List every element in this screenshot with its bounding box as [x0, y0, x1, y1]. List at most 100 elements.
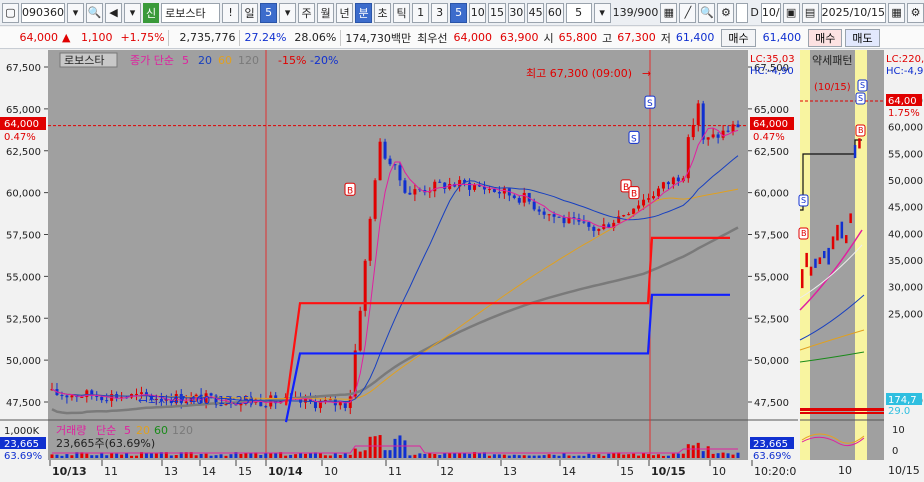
- volume-bar: [348, 454, 352, 458]
- side-tick-label: 45,000: [888, 203, 923, 214]
- side-band-red: [800, 408, 884, 411]
- volume-bar: [194, 455, 198, 458]
- volume-ma-title: 단순: [96, 424, 116, 437]
- search-icon[interactable]: 🔍: [86, 2, 104, 23]
- range-display: 139/900: [612, 6, 659, 19]
- alert-icon[interactable]: !: [222, 2, 240, 23]
- marker-letter: B: [631, 190, 637, 200]
- volume-bar: [547, 454, 551, 458]
- grid-icon[interactable]: ▦: [660, 2, 678, 23]
- volume-bar: [587, 453, 591, 458]
- right-sell-button[interactable]: 매도: [845, 28, 880, 47]
- volume-bar: [115, 453, 119, 458]
- minute-1[interactable]: 1: [412, 2, 430, 23]
- volume-label: 거래량: [56, 424, 86, 437]
- volume-right-pct: 63.69%: [753, 451, 791, 462]
- gear-icon[interactable]: ⚙: [717, 2, 735, 23]
- side-marker-letter: B: [858, 126, 864, 135]
- volume-bar: [229, 454, 233, 458]
- volume-bar: [567, 455, 571, 458]
- candle-body: [642, 199, 646, 206]
- volume-bar: [135, 455, 139, 458]
- search-icon[interactable]: 🔍: [698, 2, 716, 23]
- minute-5[interactable]: 5: [450, 2, 468, 23]
- lock-icon[interactable]: ▤: [801, 2, 819, 23]
- right-tick-label: 60,000: [754, 189, 789, 200]
- minute-10[interactable]: 10: [469, 2, 487, 23]
- candle-body: [517, 197, 521, 203]
- date-checkbox[interactable]: [736, 2, 749, 23]
- side-hc-label: HC:-4,9: [886, 66, 923, 77]
- interval-second[interactable]: 초: [374, 2, 392, 23]
- interval-tick[interactable]: 틱: [393, 2, 411, 23]
- minute-3[interactable]: 3: [431, 2, 449, 23]
- x-tick-label: 11: [104, 465, 118, 478]
- dropdown-icon[interactable]: ▾: [593, 2, 611, 23]
- layout-icon[interactable]: ▢: [2, 2, 19, 23]
- left-tick-label: 62,500: [6, 147, 41, 158]
- volume-bar: [438, 455, 442, 458]
- candle-body: [264, 406, 268, 408]
- calendar-icon[interactable]: ▦: [888, 2, 906, 23]
- volume-left-tag: 23,665: [4, 439, 39, 450]
- minute-15[interactable]: 15: [488, 2, 506, 23]
- side-lc-label: LC:220,: [886, 54, 924, 65]
- interval-day[interactable]: 일: [241, 2, 259, 23]
- gear-icon[interactable]: ⚙: [907, 2, 924, 23]
- volume-bar: [209, 455, 213, 458]
- candle-body: [637, 205, 641, 209]
- right-pct-tag: 0.47%: [753, 132, 785, 143]
- date-input[interactable]: 10/: [760, 2, 781, 23]
- candle-body: [597, 228, 601, 231]
- candle-body: [537, 209, 541, 212]
- candle-body: [358, 310, 362, 351]
- sound-icon[interactable]: ◀: [105, 2, 123, 23]
- volume-bar: [716, 453, 720, 458]
- draw-icon[interactable]: ╱: [679, 2, 697, 23]
- x-tick-label: 15: [620, 465, 634, 478]
- right-buy-button[interactable]: 매수: [808, 28, 843, 47]
- count-input[interactable]: 5: [565, 2, 592, 23]
- candle-body: [368, 218, 372, 261]
- interval-month[interactable]: 월: [317, 2, 335, 23]
- interval-week[interactable]: 주: [298, 2, 316, 23]
- minute-45[interactable]: 45: [526, 2, 545, 23]
- minute-30[interactable]: 30: [507, 2, 525, 23]
- left-tick-label: 60,000: [6, 189, 41, 200]
- candle-body: [676, 177, 680, 182]
- volume-bar: [274, 453, 278, 458]
- volume-bar: [686, 444, 690, 458]
- candle-body: [438, 181, 442, 183]
- marker-letter: B: [347, 186, 353, 196]
- vol-ma120-label: 120: [172, 424, 193, 437]
- x-tick-label: 13: [503, 465, 517, 478]
- dropdown-icon[interactable]: ▾: [279, 2, 297, 23]
- volume-bar: [502, 454, 506, 458]
- buy-button[interactable]: 매수: [721, 28, 756, 47]
- stock-code-input[interactable]: 090360: [21, 2, 65, 23]
- interval-5[interactable]: 5: [260, 2, 278, 23]
- volume-bar: [358, 451, 362, 458]
- volume-bar: [338, 455, 342, 458]
- save-icon[interactable]: ▣: [782, 2, 800, 23]
- interval-year[interactable]: 년: [336, 2, 354, 23]
- volume-bar: [259, 454, 263, 458]
- interval-minute[interactable]: 분: [355, 2, 373, 23]
- candle-body: [671, 177, 675, 185]
- volume-bar: [214, 455, 218, 458]
- side-tick-label: 25,000: [888, 309, 923, 320]
- candle-body: [711, 134, 715, 138]
- volume-bar: [711, 453, 715, 458]
- volume-bar: [423, 453, 427, 458]
- dropdown-icon[interactable]: ▾: [124, 2, 142, 23]
- dropdown-icon[interactable]: ▾: [67, 2, 84, 23]
- minute-60[interactable]: 60: [546, 2, 564, 23]
- volume-bar: [60, 455, 64, 458]
- volume-bar: [65, 454, 69, 458]
- side-x-label-10: 10: [838, 464, 852, 477]
- candle-body: [632, 208, 636, 215]
- right-date-input[interactable]: 2025/10/15: [820, 2, 887, 23]
- candle-body: [552, 214, 556, 217]
- volume-bar: [244, 453, 248, 458]
- candle-body: [622, 215, 626, 217]
